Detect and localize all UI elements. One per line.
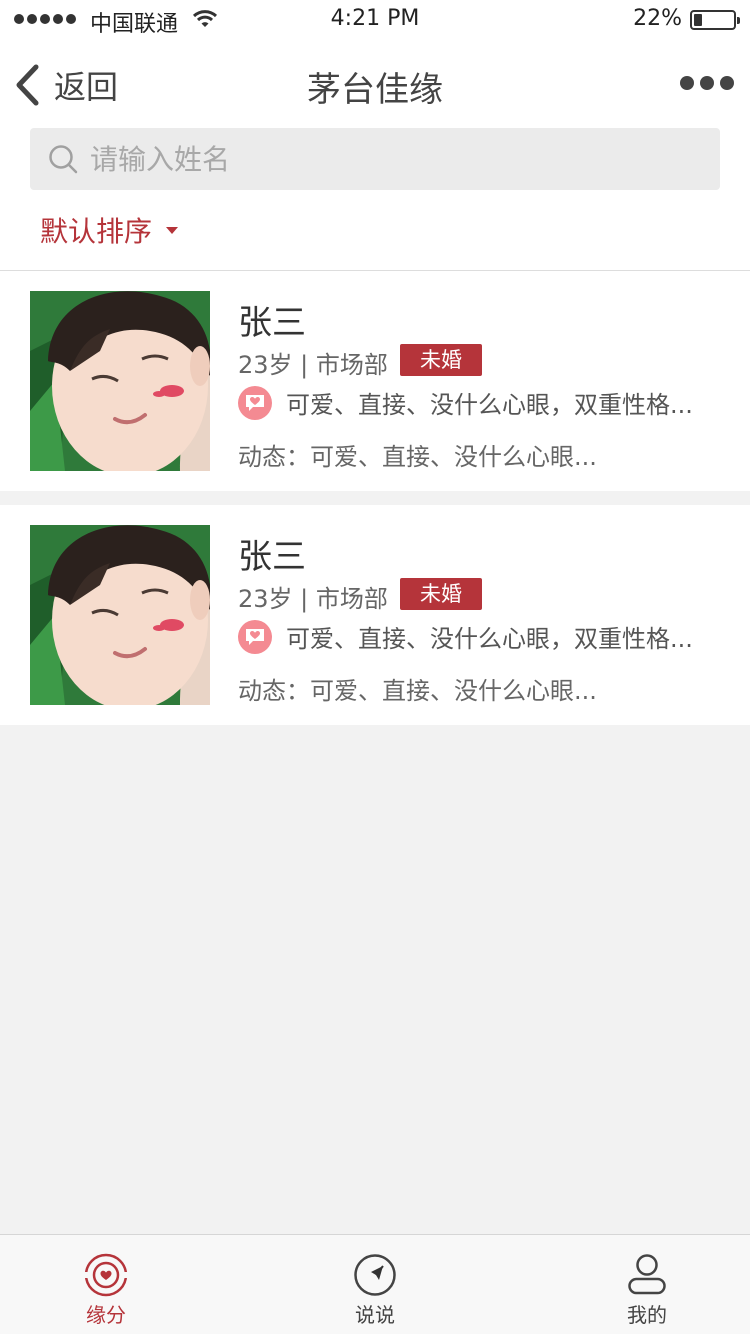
tab-bar: 缘分 说说 我的 xyxy=(0,1234,750,1334)
compass-icon xyxy=(353,1253,397,1297)
caret-down-icon xyxy=(166,226,179,234)
back-label: 返回 xyxy=(54,68,119,106)
tags-text: 可爱、直接、没什么心眼，双重性格... xyxy=(286,391,693,419)
tab-label: 缘分 xyxy=(86,1303,126,1327)
tab-yuanfen[interactable]: 缘分 xyxy=(46,1235,166,1334)
profile-name: 张三 xyxy=(238,303,306,343)
profile-moment: 动态：可爱、直接、没什么心眼... xyxy=(238,443,597,471)
sort-label: 默认排序 xyxy=(40,215,153,248)
profile-meta: 23岁 | 市场部 xyxy=(238,585,388,613)
tab-mine[interactable]: 我的 xyxy=(587,1235,707,1334)
search-icon xyxy=(48,144,78,174)
profile-card[interactable]: 张三 23岁 | 市场部 未婚 可爱、直接、没什么心眼，双重性格... 动态：可… xyxy=(0,271,750,491)
profile-name: 张三 xyxy=(238,537,306,577)
profile-moment: 动态：可爱、直接、没什么心眼... xyxy=(238,677,597,705)
profile-tags: 可爱、直接、没什么心眼，双重性格... xyxy=(238,385,693,420)
status-badge: 未婚 xyxy=(400,578,482,610)
avatar xyxy=(30,525,210,705)
profile-tags: 可爱、直接、没什么心眼，双重性格... xyxy=(238,619,693,654)
tab-shuoshuo[interactable]: 说说 xyxy=(315,1235,435,1334)
more-dot xyxy=(700,76,714,90)
profile-meta: 23岁 | 市场部 xyxy=(238,351,388,379)
battery-level xyxy=(694,14,702,26)
navigation-bar: 返回 茅台佳缘 xyxy=(0,40,750,128)
heart-radar-icon xyxy=(83,1253,129,1297)
more-dot xyxy=(680,76,694,90)
sort-dropdown[interactable]: 默认排序 xyxy=(40,210,179,250)
battery-percent: 22% xyxy=(633,6,682,31)
more-dot xyxy=(720,76,734,90)
search-bar[interactable] xyxy=(30,128,720,190)
heart-chat-icon xyxy=(238,619,272,654)
tab-label: 说说 xyxy=(355,1303,395,1327)
chevron-left-icon xyxy=(16,64,39,106)
tags-text: 可爱、直接、没什么心眼，双重性格... xyxy=(286,625,693,653)
heart-chat-icon xyxy=(238,385,272,420)
battery-icon xyxy=(690,10,740,30)
tab-label: 我的 xyxy=(627,1303,667,1327)
search-input[interactable] xyxy=(90,142,690,176)
back-button[interactable]: 返回 xyxy=(14,62,118,108)
status-bar: 中国联通 4:21 PM 22% xyxy=(0,0,750,40)
avatar xyxy=(30,291,210,471)
user-icon xyxy=(627,1253,667,1297)
status-badge: 未婚 xyxy=(400,344,482,376)
more-options-button[interactable] xyxy=(680,76,734,90)
profile-card[interactable]: 张三 23岁 | 市场部 未婚 可爱、直接、没什么心眼，双重性格... 动态：可… xyxy=(0,505,750,725)
